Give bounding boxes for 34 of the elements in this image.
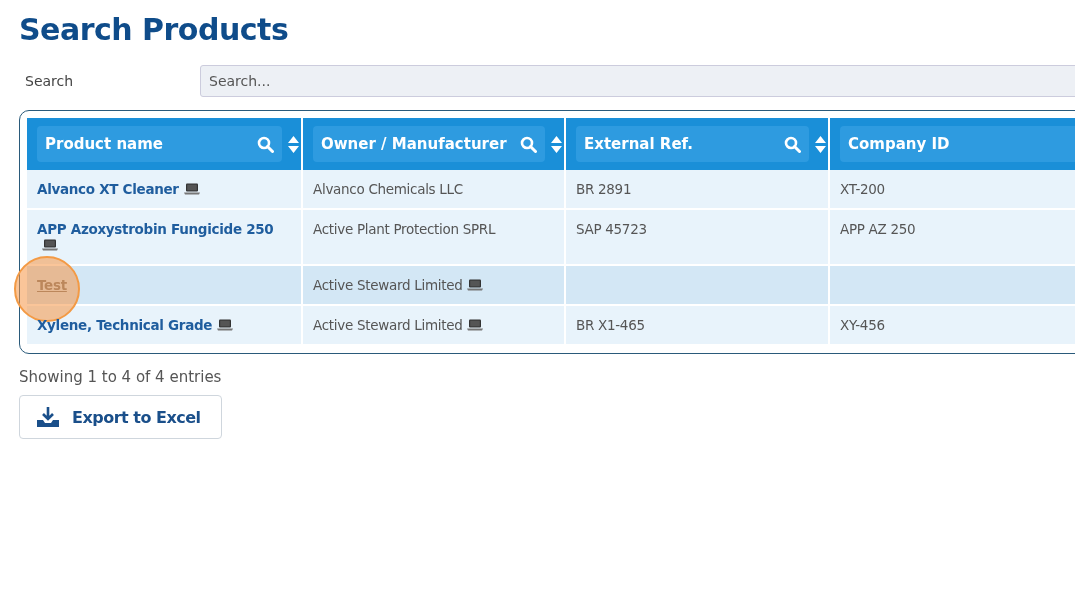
product-link[interactable]: Test [37, 277, 67, 293]
export-button[interactable]: Export to Excel [19, 395, 222, 439]
search-icon[interactable] [257, 135, 274, 153]
table-cell: Active Steward Limited [313, 277, 463, 293]
sort-icon[interactable] [288, 135, 299, 153]
download-icon [36, 406, 60, 428]
table-cell: SAP 45723 [576, 221, 647, 237]
column-header[interactable]: Company ID [829, 118, 1075, 170]
sort-icon[interactable] [815, 135, 826, 153]
product-link[interactable]: Xylene, Technical Grade [37, 317, 213, 333]
search-label: Search [24, 73, 75, 89]
search-icon[interactable] [784, 135, 801, 153]
column-header[interactable]: External Ref. [565, 118, 829, 170]
table-cell: Active Steward Limited [313, 317, 463, 333]
table-cell: BR X1-465 [576, 317, 645, 333]
table-cell: APP AZ 250 [840, 221, 916, 237]
column-filter[interactable]: External Ref. [576, 126, 809, 162]
product-link[interactable]: Alvanco XT Cleaner [37, 181, 179, 197]
table-cell: BR 2891 [576, 181, 632, 197]
table-cell: Active Plant Protection SPRL [313, 221, 496, 237]
page-title: Search Products [19, 12, 290, 47]
column-header[interactable]: Owner / Manufacturer [302, 118, 565, 170]
column-filter[interactable]: Owner / Manufacturer [313, 126, 545, 162]
column-filter[interactable]: Company ID [840, 126, 1075, 162]
column-filter[interactable]: Product name [37, 126, 282, 162]
table-cell: XY-456 [840, 317, 885, 333]
column-header[interactable]: Product name [27, 118, 302, 170]
product-link[interactable]: APP Azoxystrobin Fungicide 250 [37, 221, 274, 237]
table-cell: Alvanco Chemicals LLC [313, 181, 463, 197]
table-cell: XT-200 [840, 181, 885, 197]
search-field[interactable]: Search... [200, 65, 1075, 97]
search-icon[interactable] [520, 135, 537, 153]
entries-info: Showing 1 to 4 of 4 entries [19, 368, 223, 386]
sort-icon[interactable] [551, 135, 562, 153]
